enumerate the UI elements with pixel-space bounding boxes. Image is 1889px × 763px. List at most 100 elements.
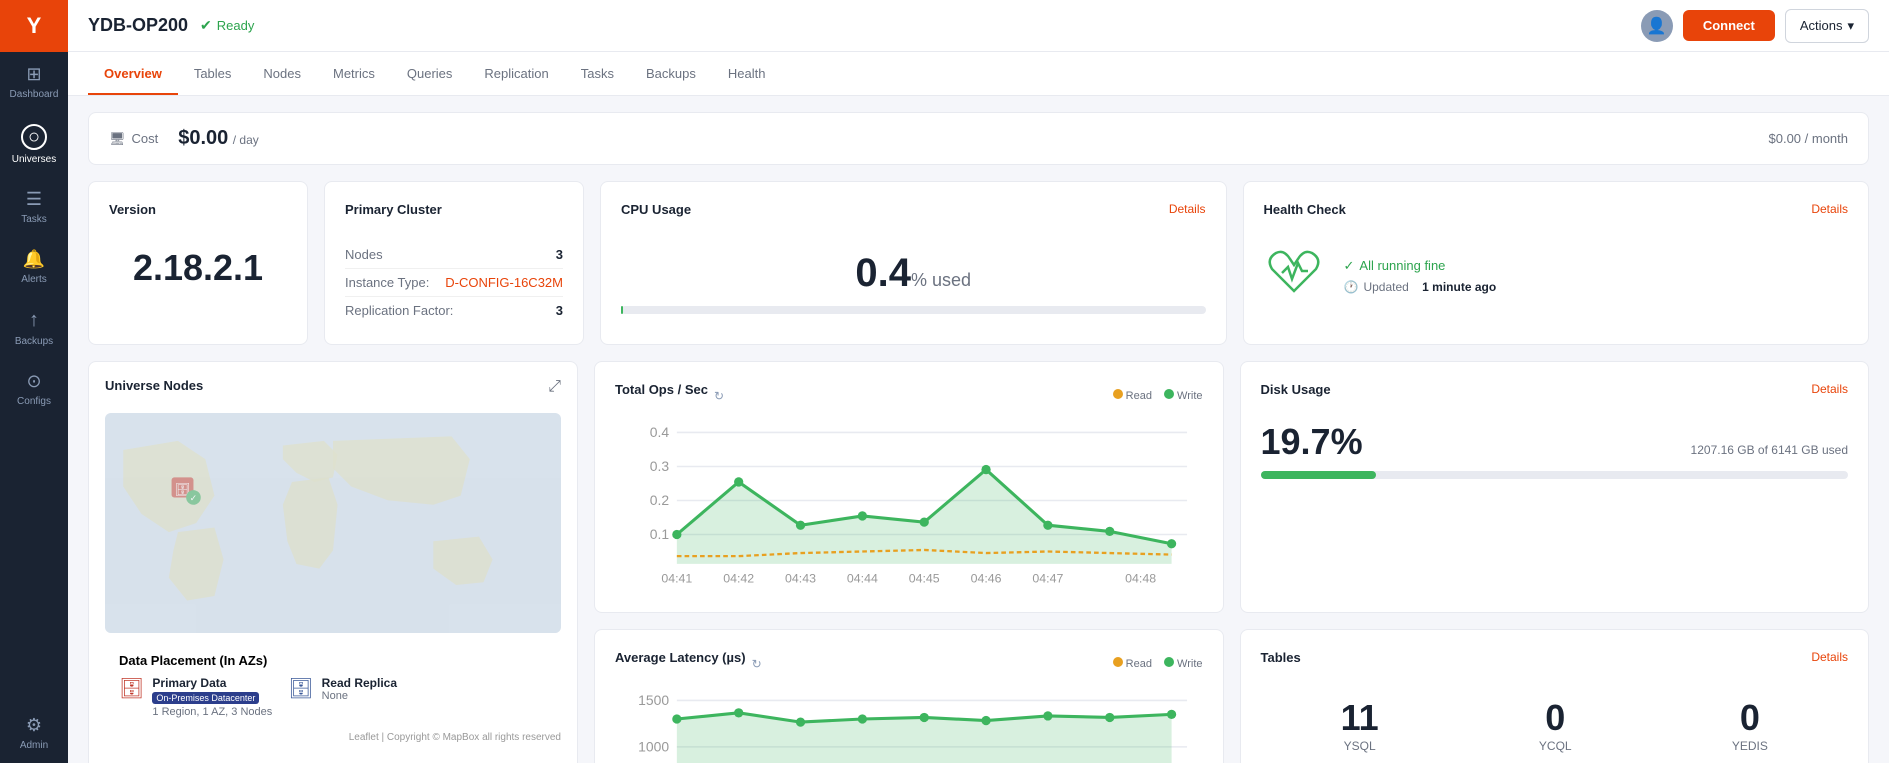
dp-row: 🗄 Primary Data On-Premises Datacenter 1 … [119, 676, 547, 718]
instance-value[interactable]: D-CONFIG-16C32M [445, 275, 563, 290]
replica-db-icon: 🗄 [288, 676, 313, 701]
sidebar: Y ⊞ Dashboard ○ Universes ☰ Tasks 🔔 Aler… [0, 0, 68, 763]
sidebar-label-alerts: Alerts [21, 274, 47, 285]
latency-read-dot [1113, 657, 1123, 667]
cpu-progress-fill [621, 306, 623, 314]
dp-replica: 🗄 Read Replica None [288, 676, 397, 718]
row-2: Universe Nodes ⤢ [88, 361, 1869, 763]
total-ops-header: Total Ops / Sec ↻ Read Write [615, 382, 1203, 409]
svg-text:0.1: 0.1 [650, 526, 670, 542]
tables-card: Tables Details 11 YSQL 0 YCQL 0 YEDIS [1240, 629, 1870, 763]
tables-title: Tables [1261, 650, 1301, 665]
health-content: ✓ All running fine 🕐 Updated 1 minute ag… [1264, 241, 1849, 310]
sidebar-item-alerts[interactable]: 🔔 Alerts [0, 237, 68, 297]
sidebar-label-tasks: Tasks [21, 214, 47, 225]
tab-overview[interactable]: Overview [88, 54, 178, 95]
sidebar-item-tasks[interactable]: ☰ Tasks [0, 177, 68, 237]
write-dot [1164, 389, 1174, 399]
checkmark-icon: ✓ [1344, 258, 1355, 274]
topbar-actions: 👤 Connect Actions ▾ [1641, 9, 1869, 43]
sidebar-item-admin[interactable]: ⚙ Admin [0, 703, 68, 763]
nodes-row: Nodes 3 [345, 241, 563, 269]
expand-icon[interactable]: ⤢ [548, 378, 561, 396]
health-details-link[interactable]: Details [1811, 202, 1848, 216]
yedis-stat: 0 YEDIS [1732, 697, 1768, 753]
cost-day: $0.00 / day [178, 127, 259, 150]
total-ops-title: Total Ops / Sec [615, 382, 708, 397]
health-updated: 🕐 Updated 1 minute ago [1344, 280, 1497, 294]
disk-title: Disk Usage [1261, 382, 1331, 397]
universes-icon: ○ [21, 124, 47, 150]
sidebar-logo: Y [0, 0, 68, 52]
sidebar-label-dashboard: Dashboard [10, 89, 59, 100]
user-avatar[interactable]: 👤 [1641, 10, 1673, 42]
sidebar-label-configs: Configs [17, 396, 51, 407]
sidebar-label-universes: Universes [12, 154, 56, 165]
dp-primary-sub: 1 Region, 1 AZ, 3 Nodes [152, 706, 272, 718]
cpu-progress-bg [621, 306, 1206, 314]
tab-health[interactable]: Health [712, 54, 782, 95]
status-dot-icon: ✔ [200, 17, 212, 34]
chevron-down-icon: ▾ [1847, 18, 1854, 34]
ysql-value: 11 [1341, 697, 1379, 739]
primary-cluster-title: Primary Cluster [345, 202, 442, 217]
tab-replication[interactable]: Replication [468, 54, 564, 95]
total-ops-card: Total Ops / Sec ↻ Read Write 0.4 [594, 361, 1224, 613]
refresh-icon[interactable]: ↻ [714, 389, 724, 403]
tab-queries[interactable]: Queries [391, 54, 469, 95]
instance-label: Instance Type: [345, 275, 429, 290]
tab-tasks[interactable]: Tasks [565, 54, 630, 95]
cost-icon: 🖥 [109, 131, 126, 147]
disk-value: 19.7% [1261, 421, 1363, 463]
sidebar-item-universes[interactable]: ○ Universes [0, 112, 68, 177]
tabs-bar: Overview Tables Nodes Metrics Queries Re… [68, 52, 1889, 96]
svg-text:04:41: 04:41 [661, 571, 692, 585]
disk-details-link[interactable]: Details [1811, 382, 1848, 396]
dp-primary-label: Primary Data [152, 676, 272, 690]
actions-button[interactable]: Actions ▾ [1785, 9, 1869, 43]
svg-text:04:47: 04:47 [1032, 571, 1063, 585]
dashboard-icon: ⊞ [26, 64, 41, 85]
read-dot [1113, 389, 1123, 399]
svg-text:04:44: 04:44 [847, 571, 878, 585]
tab-metrics[interactable]: Metrics [317, 54, 391, 95]
row-1: Version 2.18.2.1 Primary Cluster Nodes 3… [88, 181, 1869, 345]
primary-cluster-card: Primary Cluster Nodes 3 Instance Type: D… [324, 181, 584, 345]
nodes-label: Nodes [345, 247, 383, 262]
sidebar-item-dashboard[interactable]: ⊞ Dashboard [0, 52, 68, 112]
topbar: YDB-OP200 ✔ Ready 👤 Connect Actions ▾ [68, 0, 1889, 52]
sidebar-item-configs[interactable]: ⊙ Configs [0, 359, 68, 419]
cpu-details-link[interactable]: Details [1169, 202, 1206, 216]
ycql-stat: 0 YCQL [1539, 697, 1572, 753]
cost-month: $0.00 / month [1769, 131, 1849, 146]
tab-backups[interactable]: Backups [630, 54, 712, 95]
disk-progress-fill [1261, 471, 1377, 479]
version-title: Version [109, 202, 287, 217]
avg-latency-legend: Read Write [1113, 657, 1203, 670]
admin-icon: ⚙ [26, 715, 42, 736]
tables-details-link[interactable]: Details [1811, 650, 1848, 664]
total-ops-legend: Read Write [1113, 389, 1203, 402]
ysql-label: YSQL [1341, 739, 1379, 753]
svg-text:1500: 1500 [638, 692, 669, 708]
svg-text:0.2: 0.2 [650, 492, 670, 508]
clock-icon: 🕐 [1344, 280, 1359, 294]
avg-latency-title: Average Latency (µs) [615, 650, 746, 665]
dp-replica-sub: None [322, 690, 397, 702]
sidebar-item-backups[interactable]: ↑ Backups [0, 297, 68, 359]
connect-button[interactable]: Connect [1683, 10, 1775, 41]
status-text: Ready [217, 18, 255, 33]
health-status: ✓ All running fine 🕐 Updated 1 minute ag… [1344, 258, 1497, 294]
tasks-icon: ☰ [26, 189, 42, 210]
refresh-icon-2[interactable]: ↻ [752, 657, 762, 671]
tab-nodes[interactable]: Nodes [247, 54, 317, 95]
tab-tables[interactable]: Tables [178, 54, 248, 95]
svg-text:04:45: 04:45 [909, 571, 940, 585]
svg-text:1000: 1000 [638, 739, 669, 755]
version-value: 2.18.2.1 [109, 247, 287, 289]
total-ops-chart: 0.4 0.3 0.2 0.1 [615, 417, 1203, 587]
svg-text:04:42: 04:42 [723, 571, 754, 585]
primary-db-icon: 🗄 [119, 676, 144, 701]
map-container: 🗄 ✓ [105, 413, 561, 633]
replication-row: Replication Factor: 3 [345, 297, 563, 324]
